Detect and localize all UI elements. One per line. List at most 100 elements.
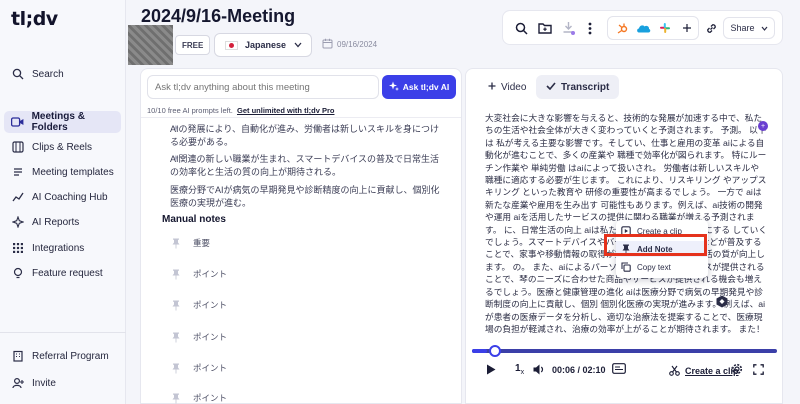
integrations-group — [607, 16, 699, 40]
coaching-icon — [11, 190, 25, 204]
folder-icon[interactable] — [537, 20, 553, 36]
search-icon[interactable] — [513, 20, 529, 36]
building-icon — [11, 349, 25, 363]
note-text: ポイント — [193, 332, 228, 342]
add-integration-icon[interactable] — [679, 20, 695, 36]
progress-fill — [472, 349, 487, 353]
menu-label: Add Note — [637, 244, 673, 254]
sidebar-item-label: Integrations — [32, 242, 85, 254]
sidebar-item-label: Clips & Reels — [32, 141, 93, 153]
plus-icon — [488, 82, 496, 93]
sidebar-item-reports[interactable]: AI Reports — [4, 211, 121, 233]
japan-flag-icon — [225, 40, 238, 50]
download-icon[interactable] — [560, 20, 576, 36]
context-menu: Create a clip Add Note Copy text — [616, 220, 708, 278]
sparkle-icon — [388, 81, 399, 93]
create-clip-button[interactable]: Create a clip — [669, 365, 739, 376]
play-icon[interactable] — [486, 364, 496, 378]
pin-icon — [171, 363, 181, 374]
hubspot-icon[interactable] — [614, 20, 630, 36]
salesforce-icon[interactable] — [635, 20, 651, 36]
captions-icon[interactable] — [612, 363, 626, 377]
slack-icon[interactable] — [657, 20, 673, 36]
sidebar-item-search[interactable]: Search — [4, 63, 121, 85]
gear-icon[interactable] — [731, 363, 743, 378]
fullscreen-icon[interactable] — [753, 364, 764, 378]
manual-note-item[interactable]: ポイント — [171, 361, 227, 375]
progress-handle[interactable] — [489, 345, 501, 357]
sidebar-item-label: Feature request — [32, 267, 103, 279]
chevron-down-icon — [294, 40, 302, 50]
template-icon — [11, 165, 25, 179]
sidebar-item-invite[interactable]: Invite — [4, 372, 121, 394]
transcript-panel: Video Transcript 大変社会に大きな影響を与えると、技術的な発展が… — [465, 68, 783, 404]
invite-icon — [11, 376, 25, 390]
volume-icon[interactable] — [533, 364, 545, 378]
sidebar-item-label: AI Reports — [32, 216, 80, 228]
note-text: ポイント — [193, 363, 228, 373]
prompts-count: 10/10 free AI prompts left. — [147, 106, 233, 115]
add-note-badge-icon[interactable]: + — [758, 121, 768, 131]
ask-ai-button[interactable]: Ask tl;dv AI — [382, 75, 456, 99]
share-button[interactable]: Share — [723, 17, 775, 39]
notes-panel: Ask tl;dv AI 10/10 free AI prompts left.… — [140, 68, 462, 404]
tab-transcript[interactable]: Transcript — [536, 75, 620, 99]
more-options-icon[interactable] — [582, 20, 598, 36]
menu-item-add-note[interactable]: Add Note — [616, 241, 708, 257]
sidebar-item-coaching[interactable]: AI Coaching Hub — [4, 186, 121, 208]
menu-item-create-clip[interactable]: Create a clip — [621, 223, 682, 239]
manual-note-item[interactable]: ポイント — [171, 330, 227, 344]
sidebar-item-label: Referral Program — [32, 350, 109, 362]
meeting-date: 09/16/2024 — [322, 38, 377, 51]
progress-track[interactable] — [472, 349, 777, 353]
pin-icon — [171, 300, 181, 311]
tab-label: Transcript — [561, 81, 610, 93]
language-dropdown[interactable]: Japanese — [214, 33, 312, 57]
language-label: Japanese — [245, 40, 287, 50]
check-icon — [546, 81, 556, 93]
plan-badge: FREE — [175, 35, 211, 55]
playback-time: 00:06 / 02:10 — [552, 365, 606, 375]
scissors-icon — [669, 365, 680, 376]
upgrade-link[interactable]: Get unlimited with tl;dv Pro — [237, 106, 335, 115]
sidebar-item-templates[interactable]: Meeting templates — [4, 161, 121, 183]
sidebar-item-label: Meetings & Folders — [31, 111, 85, 133]
sidebar-item-meetings[interactable]: Meetings & Folders — [4, 111, 121, 133]
page-title[interactable]: 2024/9/16-Meeting — [141, 6, 295, 27]
hexagon-icon[interactable] — [716, 295, 728, 311]
menu-item-copy-text[interactable]: Copy text — [621, 259, 671, 275]
pin-icon — [171, 393, 181, 404]
app-logo[interactable]: tl;dv — [11, 8, 58, 30]
calendar-icon — [322, 38, 333, 51]
pin-icon — [171, 332, 181, 343]
playback-speed[interactable]: 1x — [515, 363, 524, 376]
sidebar-item-label: Invite — [32, 377, 56, 389]
manual-note-item[interactable]: ポイント — [171, 391, 227, 404]
ask-ai-input[interactable] — [147, 75, 379, 99]
sidebar-item-referral[interactable]: Referral Program — [4, 345, 121, 367]
menu-label: Create a clip — [637, 226, 682, 236]
sidebar-item-label: Search — [32, 68, 64, 80]
sidebar-item-label: AI Coaching Hub — [32, 191, 108, 203]
sidebar-item-clips[interactable]: Clips & Reels — [4, 136, 121, 158]
ai-note-item[interactable]: AIの発展により、自動化が進み、労働者は新しいスキルを身につける必要がある。 — [170, 123, 440, 148]
ai-note-item[interactable]: 医療分野でAIが病気の早期発見や診断精度の向上に貢献し、個別化医療の実現が進む。 — [170, 184, 440, 209]
pin-icon — [171, 269, 181, 280]
ai-note-item[interactable]: AI関連の新しい職業が生まれ、スマートデバイスの普及で日常生活の効率化と生活の質… — [170, 153, 440, 178]
avatar[interactable] — [128, 25, 173, 65]
manual-note-item[interactable]: ポイント — [171, 298, 227, 312]
manual-note-item[interactable]: 重要 — [171, 236, 210, 250]
link-icon[interactable] — [703, 20, 719, 36]
note-text: 重要 — [193, 238, 211, 248]
sidebar-item-feature-request[interactable]: Feature request — [4, 262, 121, 284]
pin-icon — [171, 238, 181, 249]
ask-ai-label: Ask tl;dv AI — [402, 82, 450, 92]
tab-video[interactable]: Video — [478, 75, 536, 99]
sidebar-item-integrations[interactable]: Integrations — [4, 237, 121, 259]
report-icon — [11, 215, 25, 229]
prompts-left-text: 10/10 free AI prompts left. Get unlimite… — [147, 106, 334, 115]
clips-icon — [11, 140, 25, 154]
grid-icon — [11, 241, 25, 255]
manual-note-item[interactable]: ポイント — [171, 267, 227, 281]
sidebar-item-label: Meeting templates — [32, 166, 114, 178]
